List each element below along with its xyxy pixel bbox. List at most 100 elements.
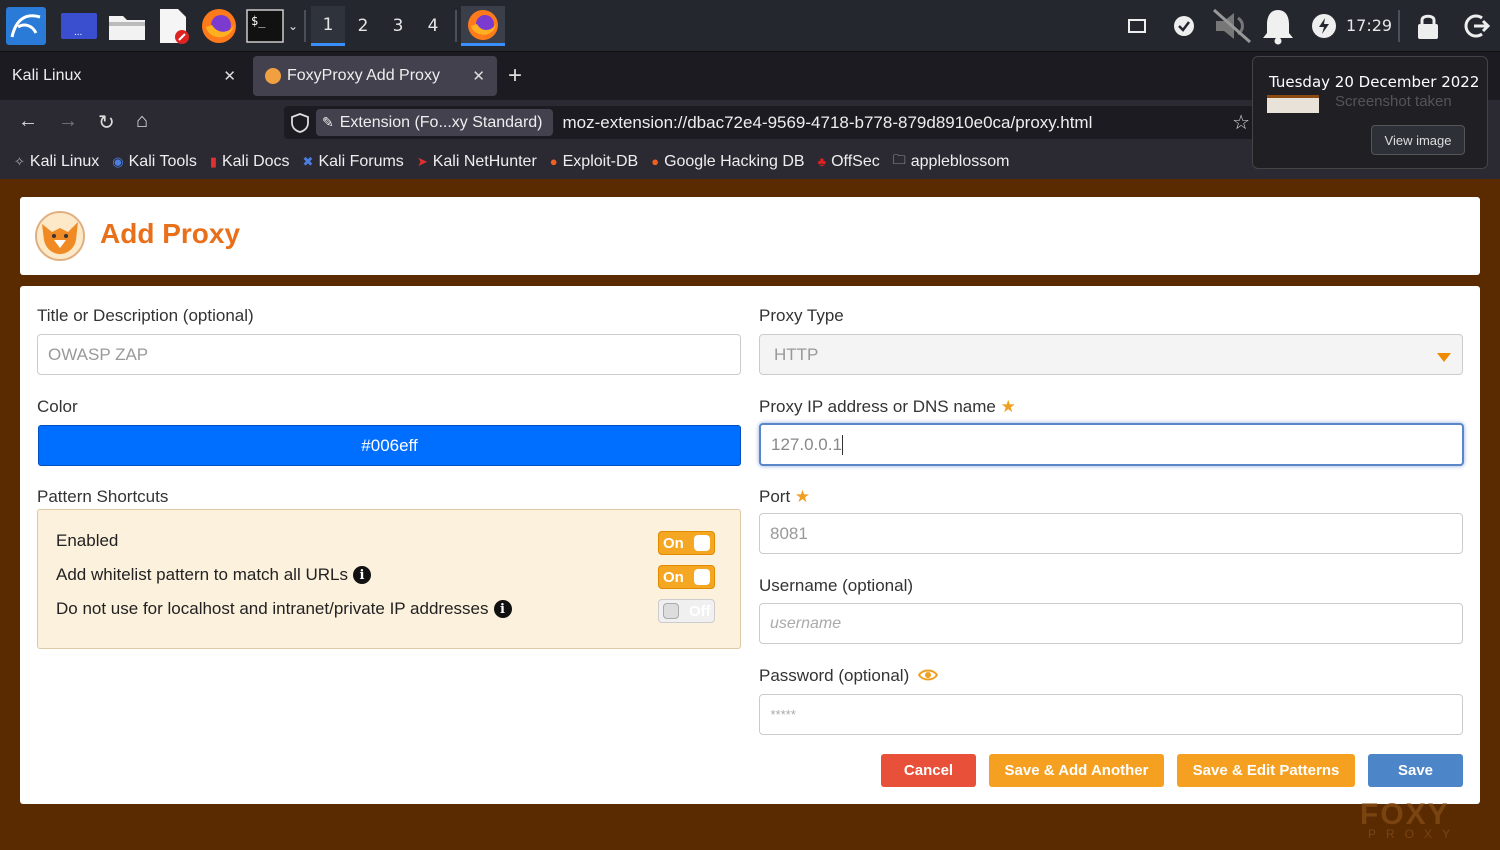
close-icon[interactable]: ✕ <box>472 67 485 85</box>
whitelist-toggle[interactable]: On <box>658 565 715 589</box>
save-add-another-button[interactable]: Save & Add Another <box>989 754 1164 787</box>
close-icon[interactable]: ✕ <box>223 67 236 85</box>
folder-icon: 🗀 <box>892 151 906 167</box>
eye-icon[interactable] <box>917 667 939 687</box>
kali-tools-icon: ◉ <box>112 153 124 169</box>
kali-menu-icon[interactable] <box>4 6 48 46</box>
port-input[interactable]: 8081 <box>759 513 1463 554</box>
bookmark-kali-docs[interactable]: ▮ Kali Docs <box>210 153 290 171</box>
notification-subtitle: Screenshot taken <box>1335 93 1452 110</box>
password-input[interactable]: ***** <box>759 694 1463 735</box>
info-icon[interactable]: i <box>493 600 512 618</box>
workspace-1[interactable]: 1 <box>311 6 345 46</box>
save-edit-patterns-button[interactable]: Save & Edit Patterns <box>1177 754 1355 787</box>
proxy-ip-input[interactable]: 127.0.0.1 <box>759 423 1464 466</box>
firefox-icon[interactable] <box>198 6 240 46</box>
bookmark-kali-tools[interactable]: ◉ Kali Tools <box>112 153 197 171</box>
toggle-knob <box>694 535 710 551</box>
extension-identity-chip[interactable]: ✎ Extension (Fo...xy Standard) <box>316 109 553 136</box>
bookmark-star-icon[interactable]: ☆ <box>1232 110 1250 135</box>
password-label: Password (optional) <box>759 666 939 687</box>
tab-foxyproxy-add-proxy[interactable]: FoxyProxy Add Proxy ✕ <box>253 56 497 96</box>
foxyproxy-logo-icon <box>34 210 86 262</box>
password-label-text: Password (optional) <box>759 666 910 685</box>
username-placeholder: username <box>770 614 842 632</box>
view-image-button[interactable]: View image <box>1371 125 1465 155</box>
bookmark-kali-nethunter[interactable]: ➤ Kali NetHunter <box>417 153 537 171</box>
power-manager-icon[interactable] <box>1309 6 1339 46</box>
page-content: Add Proxy Title or Description (optional… <box>0 180 1500 850</box>
terminal-icon[interactable]: $_ <box>245 6 285 46</box>
proxy-ip-value: 127.0.0.1 <box>771 434 842 454</box>
save-button[interactable]: Save <box>1368 754 1463 787</box>
pattern-label: Do not use for localhost and intranet/pr… <box>56 599 489 618</box>
forward-button[interactable]: → <box>58 110 78 133</box>
workspace-label: 3 <box>392 16 404 36</box>
tab-kali-linux[interactable]: Kali Linux ✕ <box>0 56 248 96</box>
workspace-2[interactable]: 2 <box>346 6 380 46</box>
enabled-toggle[interactable]: On <box>658 531 715 555</box>
url-bar[interactable]: ✎ Extension (Fo...xy Standard) moz-exten… <box>284 106 1256 139</box>
exploit-db-icon: ● <box>549 154 558 169</box>
workspace-label: 4 <box>427 16 439 36</box>
bookmark-kali-linux[interactable]: ✧ Kali Linux <box>14 153 99 171</box>
title-input[interactable]: OWASP ZAP <box>37 334 741 375</box>
file-manager-icon[interactable] <box>106 6 148 46</box>
screenshot-notification[interactable]: Tuesday 20 December 2022 Screenshot take… <box>1252 56 1488 169</box>
new-tab-button[interactable]: + <box>508 62 522 90</box>
taskbar-separator <box>304 10 306 42</box>
required-star-icon: ★ <box>1000 397 1016 416</box>
proxy-ip-label: Proxy IP address or DNS name ★ <box>759 397 1016 417</box>
workspace-switcher-icon[interactable]: ... <box>58 6 100 46</box>
bell-icon[interactable] <box>1258 6 1298 46</box>
tab-label: Kali Linux <box>12 67 82 84</box>
proxy-type-select[interactable]: HTTP <box>759 334 1463 375</box>
bookmark-label: OffSec <box>831 152 880 170</box>
taskbar: ... $_ ⌄ 1 2 3 4 17:29 <box>0 0 1500 52</box>
workspace-label: 2 <box>357 16 369 36</box>
page-title: Add Proxy <box>100 218 241 249</box>
workspace-4[interactable]: 4 <box>416 6 450 46</box>
color-label: Color <box>37 397 78 416</box>
svg-text:$_: $_ <box>251 14 266 28</box>
cancel-button[interactable]: Cancel <box>881 754 976 787</box>
pattern-localhost-row: Do not use for localhost and intranet/pr… <box>56 599 512 619</box>
info-icon[interactable]: i <box>352 566 371 584</box>
toggle-state: On <box>663 568 684 586</box>
bookmark-label: Kali Docs <box>221 152 290 170</box>
bookmark-label: Kali Linux <box>29 152 100 170</box>
ghdb-icon: ● <box>651 154 660 169</box>
lock-icon[interactable] <box>1412 6 1444 46</box>
clock[interactable]: 17:29 <box>1346 16 1392 35</box>
back-button[interactable]: ← <box>18 110 38 133</box>
bookmark-kali-forums[interactable]: ✖ Kali Forums <box>303 153 404 171</box>
pattern-whitelist-row: Add whitelist pattern to match all URLs … <box>56 565 371 585</box>
bookmark-google-hacking-db[interactable]: ● Google Hacking DB <box>651 153 804 171</box>
bookmark-appleblossom[interactable]: 🗀 appleblossom <box>893 151 1010 173</box>
username-input[interactable]: username <box>759 603 1463 644</box>
workspace-3[interactable]: 3 <box>381 6 415 46</box>
window-icon[interactable] <box>1124 6 1150 46</box>
shield-icon[interactable] <box>290 112 310 139</box>
reload-button[interactable]: ↻ <box>98 110 115 135</box>
bookmark-offsec[interactable]: ♣ OffSec <box>818 153 880 171</box>
home-button[interactable]: ⌂ <box>136 110 148 133</box>
bookmark-exploit-db[interactable]: ● Exploit-DB <box>550 153 638 171</box>
kali-icon: ✧ <box>14 153 25 169</box>
check-circle-icon[interactable] <box>1170 6 1198 46</box>
username-label: Username (optional) <box>759 576 914 595</box>
bookmark-label: appleblossom <box>910 152 1010 170</box>
color-picker[interactable]: #006eff <box>38 425 741 466</box>
notification-title: Tuesday 20 December 2022 <box>1269 73 1480 91</box>
logout-icon[interactable] <box>1458 6 1494 46</box>
port-value: 8081 <box>770 523 808 543</box>
chevron-down-icon[interactable]: ⌄ <box>286 6 300 46</box>
localhost-toggle[interactable]: Off <box>658 599 715 623</box>
header-card: Add Proxy <box>20 197 1480 275</box>
caret-down-icon <box>1436 348 1452 368</box>
proxy-type-value: HTTP <box>774 344 819 364</box>
text-editor-icon[interactable] <box>154 6 192 46</box>
url-text[interactable]: moz-extension://dbac72e4-9569-4718-b778-… <box>563 113 1093 133</box>
firefox-window-button[interactable] <box>461 6 505 46</box>
volume-muted-icon[interactable] <box>1210 6 1254 46</box>
